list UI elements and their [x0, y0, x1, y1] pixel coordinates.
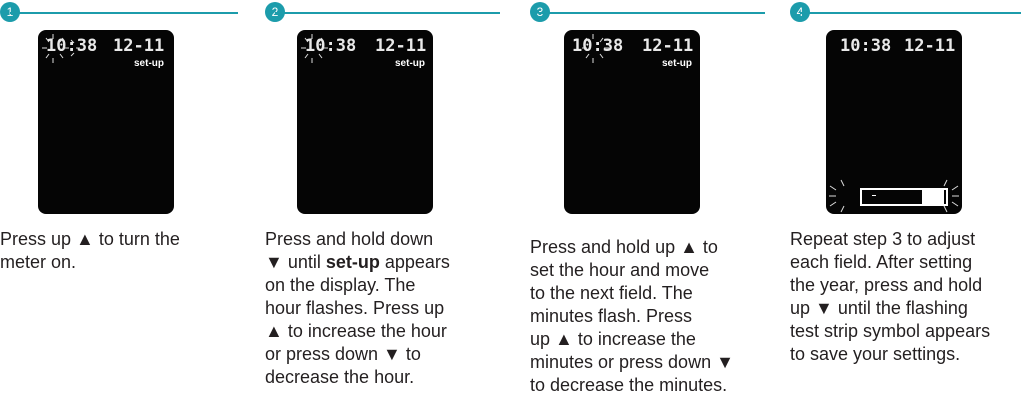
- setup-label: set-up: [662, 58, 692, 69]
- time-readout: 10:38: [305, 36, 357, 56]
- step-divider: [275, 12, 500, 14]
- step-description: Press and hold up ▲ to set the hour and …: [530, 237, 734, 395]
- test-strip-end: [922, 188, 944, 206]
- step-description: Repeat step 3 to adjust each field. Afte…: [790, 229, 991, 364]
- step-1: 1 10:38 12-11 set-up Press up ▲ to turn …: [0, 0, 245, 405]
- step-4: 4 10:38 12-11 Repeat step 3 to adjust ea…: [790, 0, 1021, 405]
- step-divider: [800, 12, 1021, 14]
- setup-label: set-up: [395, 58, 425, 69]
- step-divider: [540, 12, 765, 14]
- date-readout: 12-11: [375, 36, 427, 56]
- date-readout: 12-11: [642, 36, 694, 56]
- time-readout: 10:38: [572, 36, 624, 56]
- setup-emphasis: set-up: [325, 252, 380, 272]
- setup-label: set-up: [134, 58, 164, 69]
- meter-display: 10:38 12-11: [826, 30, 962, 214]
- step-3: 3 10:38 12-11 set-up Press and hold up ▲…: [530, 0, 775, 405]
- time-readout: 10:38: [46, 36, 98, 56]
- step-2: 2 10:38 12-11 set-up Press and hold down…: [265, 0, 510, 405]
- step-description: Press and hold down ▼ until set-up appea…: [265, 229, 450, 387]
- step-description: Press up ▲ to turn the meter on.: [0, 229, 180, 272]
- step-divider: [10, 12, 238, 14]
- date-readout: 12-11: [113, 36, 165, 56]
- meter-display: 10:38 12-11 set-up: [297, 30, 433, 214]
- meter-display: 10:38 12-11 set-up: [38, 30, 174, 214]
- date-readout: 12-11: [904, 36, 956, 56]
- test-strip-contact: [872, 195, 876, 196]
- meter-display: 10:38 12-11 set-up: [564, 30, 700, 214]
- time-readout: 10:38: [840, 36, 892, 56]
